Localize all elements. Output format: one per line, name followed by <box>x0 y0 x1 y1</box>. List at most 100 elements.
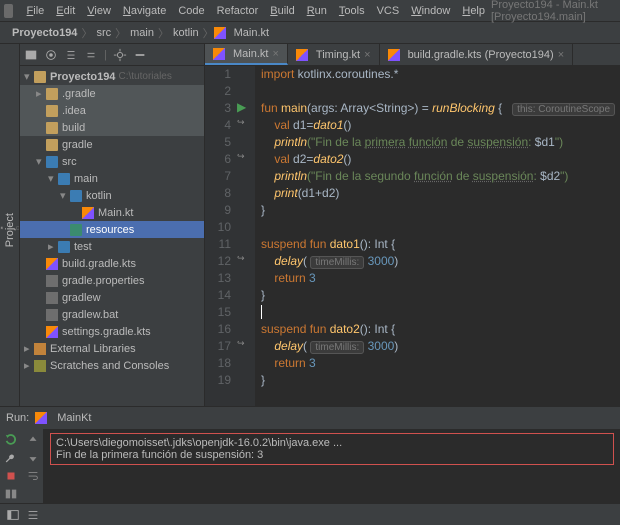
kts-icon <box>46 258 58 270</box>
project-view-icon[interactable] <box>24 48 38 62</box>
menu-view[interactable]: View <box>81 5 117 17</box>
up-icon[interactable] <box>26 433 40 447</box>
tree-item-gradle[interactable]: gradle <box>20 136 204 153</box>
line-number[interactable]: 18 <box>205 355 231 372</box>
tree-item-gradlew[interactable]: gradlew <box>20 289 204 306</box>
run-label: Run: <box>6 412 29 424</box>
code-text[interactable]: import kotlinx.coroutines.* fun main(arg… <box>255 66 620 406</box>
tree-item-build-gradle-kts[interactable]: build.gradle.kts <box>20 255 204 272</box>
tree-item-test[interactable]: ▸test <box>20 238 204 255</box>
line-number[interactable]: 7 <box>205 168 231 185</box>
close-tab-icon[interactable]: × <box>364 49 370 61</box>
tree-item-label: main <box>74 173 98 185</box>
suspend-gutter-icon: ↪ <box>237 338 255 355</box>
tree-item-Main-kt[interactable]: Main.kt <box>20 204 204 221</box>
line-number[interactable]: 3 <box>205 100 231 117</box>
editor-tab-Timing-kt[interactable]: Timing.kt × <box>288 44 380 65</box>
tree-item-main[interactable]: ▾main <box>20 170 204 187</box>
menu-vcs[interactable]: VCS <box>371 5 406 17</box>
tree-item-label: gradlew.bat <box>62 309 118 321</box>
project-rail-label[interactable]: Project <box>4 213 16 247</box>
crumb-project[interactable]: Proyecto194 <box>8 27 81 39</box>
run-config-name[interactable]: MainKt <box>57 412 91 424</box>
crumb-src[interactable]: src <box>92 27 115 39</box>
line-number[interactable]: 1 <box>205 66 231 83</box>
line-number[interactable]: 8 <box>205 185 231 202</box>
line-number[interactable]: 11 <box>205 236 231 253</box>
tree-item-settings-gradle-kts[interactable]: settings.gradle.kts <box>20 323 204 340</box>
editor-tab-build-gradle-kts-Proyecto194-[interactable]: build.gradle.kts (Proyecto194)× <box>380 44 574 65</box>
breadcrumb-bar: Proyecto194 〉 src 〉 main 〉 kotlin 〉 Main… <box>0 22 620 44</box>
menu-help[interactable]: Help <box>456 5 491 17</box>
tool-window-rail: Project <box>0 44 20 406</box>
line-number[interactable]: 6 <box>205 151 231 168</box>
status-tool-icon[interactable] <box>6 508 20 522</box>
line-number[interactable]: 14 <box>205 287 231 304</box>
collapse-all-icon[interactable] <box>84 48 98 62</box>
tree-external-libs[interactable]: ▸ External Libraries <box>20 340 204 357</box>
bookmarks-icon[interactable] <box>0 221 4 235</box>
line-number[interactable]: 16 <box>205 321 231 338</box>
line-number[interactable]: 2 <box>205 83 231 100</box>
project-toolbar: | <box>20 44 204 66</box>
tree-item-gradlew-bat[interactable]: gradlew.bat <box>20 306 204 323</box>
suspend-gutter-icon: ↪ <box>237 117 255 134</box>
tree-root[interactable]: ▾ Proyecto194 C:\tutoriales <box>20 68 204 85</box>
settings-icon[interactable] <box>113 48 127 62</box>
tree-item--idea[interactable]: .idea <box>20 102 204 119</box>
menu-run[interactable]: Run <box>301 5 333 17</box>
tree-item-gradle-properties[interactable]: gradle.properties <box>20 272 204 289</box>
menu-tools[interactable]: Tools <box>333 5 371 17</box>
layout-icon[interactable] <box>4 487 18 501</box>
crumb-main[interactable]: main <box>126 27 158 39</box>
crumb-kotlin[interactable]: kotlin <box>169 27 203 39</box>
line-number[interactable]: 19 <box>205 372 231 389</box>
line-number[interactable]: 9 <box>205 202 231 219</box>
project-tool-icon[interactable] <box>16 221 20 235</box>
line-number[interactable]: 5 <box>205 134 231 151</box>
editor[interactable]: 12345678910111213141516171819 ▶ ↪ ↪ ↪ ↪ … <box>205 66 620 406</box>
menu-edit[interactable]: Edit <box>50 5 81 17</box>
line-number-gutter[interactable]: 12345678910111213141516171819 <box>205 66 237 406</box>
line-number[interactable]: 10 <box>205 219 231 236</box>
project-tree[interactable]: ▾ Proyecto194 C:\tutoriales ▸.gradle.ide… <box>20 66 204 376</box>
rerun-icon[interactable] <box>4 433 18 447</box>
expand-all-icon[interactable] <box>64 48 78 62</box>
line-number[interactable]: 15 <box>205 304 231 321</box>
kotlin-file-icon <box>296 49 308 61</box>
select-opened-icon[interactable] <box>44 48 58 62</box>
crumb-file[interactable]: Main.kt <box>230 27 273 39</box>
suspend-gutter-icon: ↪ <box>237 151 255 168</box>
tab-label: Timing.kt <box>316 49 360 61</box>
line-number[interactable]: 17 <box>205 338 231 355</box>
line-number[interactable]: 4 <box>205 117 231 134</box>
stop-icon[interactable] <box>4 469 18 483</box>
run-gutter-icon[interactable]: ▶ <box>237 100 255 117</box>
tree-item-kotlin[interactable]: ▾kotlin <box>20 187 204 204</box>
menu-window[interactable]: Window <box>405 5 456 17</box>
menu-code[interactable]: Code <box>172 5 210 17</box>
menu-refactor[interactable]: Refactor <box>211 5 265 17</box>
tree-item-src[interactable]: ▾src <box>20 153 204 170</box>
wrench-icon[interactable] <box>4 451 18 465</box>
close-tab-icon[interactable]: × <box>272 48 278 60</box>
soft-wrap-icon[interactable] <box>26 469 40 483</box>
hide-icon[interactable] <box>133 48 147 62</box>
down-icon[interactable] <box>26 451 40 465</box>
tree-item-resources[interactable]: resources <box>20 221 204 238</box>
menu-build[interactable]: Build <box>264 5 300 17</box>
kt-icon <box>82 207 94 219</box>
menu-navigate[interactable]: Navigate <box>117 5 172 17</box>
editor-tab-Main-kt[interactable]: Main.kt× <box>205 44 288 65</box>
close-tab-icon[interactable]: × <box>558 49 564 61</box>
gutter-icons[interactable]: ▶ ↪ ↪ ↪ ↪ <box>237 66 255 406</box>
run-config-icon <box>35 412 47 424</box>
console-output[interactable]: C:\Users\diegomoisset\.jdks\openjdk-16.0… <box>44 429 620 503</box>
status-tool-icon2[interactable] <box>26 508 40 522</box>
tree-scratches[interactable]: ▸ Scratches and Consoles <box>20 357 204 374</box>
line-number[interactable]: 13 <box>205 270 231 287</box>
line-number[interactable]: 12 <box>205 253 231 270</box>
menu-file[interactable]: File <box>21 5 51 17</box>
tree-item--gradle[interactable]: ▸.gradle <box>20 85 204 102</box>
tree-item-build[interactable]: build <box>20 119 204 136</box>
